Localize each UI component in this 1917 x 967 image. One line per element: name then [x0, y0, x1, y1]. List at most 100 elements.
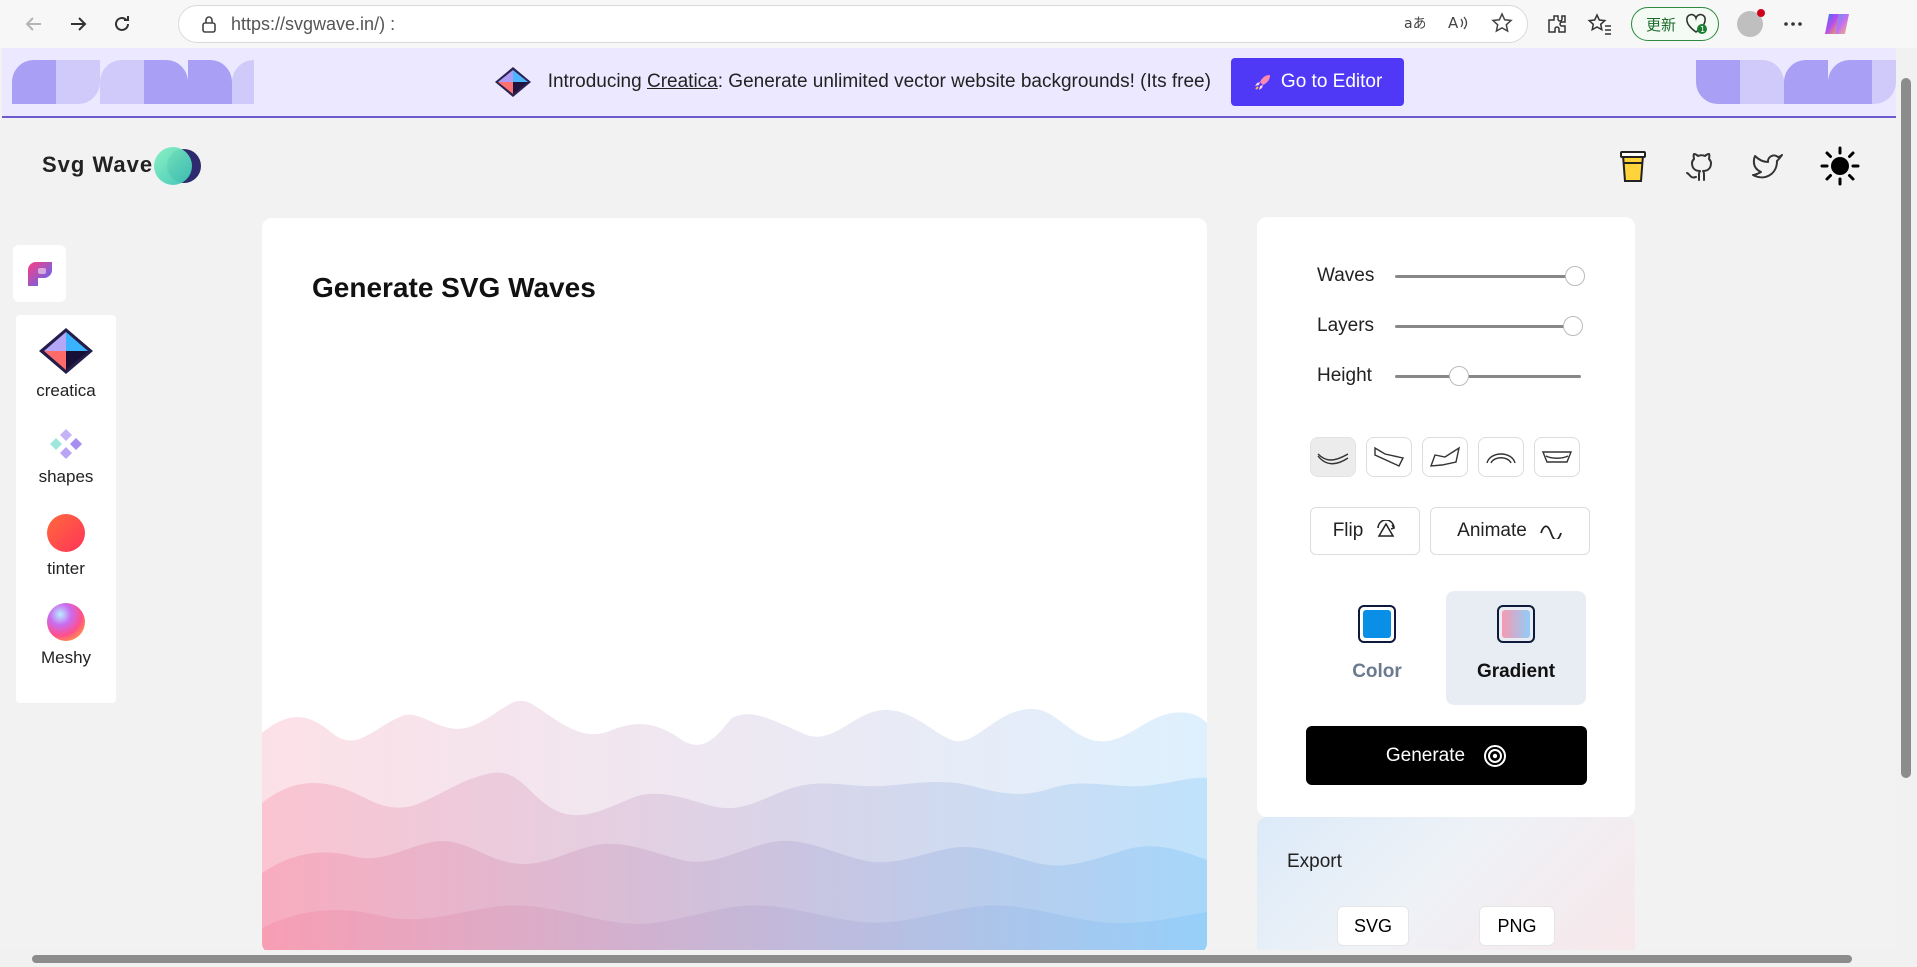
favorite-star-icon[interactable] [1491, 12, 1513, 34]
refresh-button[interactable] [100, 4, 144, 44]
vertical-scroll-thumb[interactable] [1901, 78, 1911, 778]
promo-banner: Introducing Creatica: Generate unlimited… [2, 48, 1896, 118]
arch-wave-icon [1486, 453, 1516, 464]
animate-button[interactable]: Animate [1430, 507, 1590, 555]
animate-label: Animate [1457, 520, 1527, 541]
export-png-label: PNG [1497, 915, 1537, 936]
step-wave-icon [1374, 446, 1405, 467]
waves-slider-row: Waves [1317, 265, 1585, 287]
flip-label: Flip [1332, 520, 1364, 541]
profile-avatar[interactable] [1737, 9, 1766, 37]
more-icon[interactable] [1781, 12, 1805, 36]
height-slider-thumb[interactable] [1449, 365, 1469, 386]
brand-name[interactable]: Svg Wave [42, 152, 153, 178]
waves-slider-thumb[interactable] [1565, 265, 1585, 286]
peak-wave-icon [1429, 446, 1461, 467]
creatica-logo-icon [494, 67, 531, 97]
favorites-icon[interactable] [1587, 12, 1613, 36]
svg-text:1: 1 [1700, 25, 1705, 34]
brand-logo-icon[interactable] [152, 146, 204, 186]
back-icon [25, 17, 41, 31]
rail-app-logo[interactable] [13, 245, 66, 302]
export-svg-label: SVG [1353, 915, 1392, 936]
browser-toolbar: https://svgwave.in/​​​) : aあ A 更新 1 [0, 0, 1917, 48]
export-svg-button[interactable]: SVG [1337, 906, 1409, 946]
wave-style-picker [1310, 437, 1580, 477]
creatica-cube-icon [39, 328, 93, 374]
flip-icon [1377, 520, 1396, 537]
banner-text-suffix: : Generate unlimited vector website back… [717, 71, 1211, 92]
rail-item-meshy[interactable]: Meshy [16, 602, 116, 668]
rail-item-shapes[interactable]: shapes [16, 427, 116, 487]
page-title: Generate SVG Waves [312, 272, 596, 303]
creatica-link[interactable]: Creatica [647, 71, 718, 92]
lock-icon [202, 16, 216, 33]
horizontal-scroll-thumb[interactable] [32, 955, 1852, 963]
banner-text-prefix: Introducing [547, 71, 647, 92]
refresh-icon [115, 16, 129, 31]
wave-preview-canvas: Generate SVG Waves [262, 218, 1207, 953]
waves-slider[interactable] [1395, 265, 1585, 286]
rail-item-tinter[interactable]: tinter [16, 513, 116, 579]
wave-style-smooth[interactable] [1310, 437, 1356, 477]
update-button[interactable]: 更新 1 [1631, 7, 1720, 41]
controls-panel: Waves Layers Height Flip Animate Color G… [1257, 217, 1635, 817]
wave-style-valley[interactable] [1534, 437, 1580, 477]
color-mode-option[interactable]: Color [1307, 591, 1447, 705]
twitter-icon[interactable] [1752, 152, 1784, 180]
flip-button[interactable]: Flip [1310, 507, 1420, 555]
shapes-icon [50, 429, 82, 459]
wave-style-arch[interactable] [1478, 437, 1524, 477]
update-label: 更新 [1646, 16, 1677, 34]
target-icon [1484, 744, 1507, 767]
heart-update-icon: 1 [1686, 13, 1708, 34]
export-panel: Export SVG PNG [1257, 817, 1635, 957]
app-logo-icon [27, 261, 52, 286]
rail-label-creatica: creatica [36, 381, 96, 400]
coffee-cup-icon[interactable] [1618, 149, 1648, 183]
height-slider-row: Height [1317, 365, 1581, 387]
theme-toggle-sun-icon[interactable] [1820, 146, 1860, 186]
height-slider[interactable] [1395, 365, 1581, 386]
layers-slider-row: Layers [1317, 315, 1583, 337]
svg-text:aあ: aあ [1404, 16, 1425, 32]
rail-label-tinter: tinter [47, 559, 85, 578]
gradient-mode-option[interactable]: Gradient [1446, 591, 1586, 705]
translate-icon[interactable]: aあ [1403, 13, 1425, 33]
url-text: https://svgwave.in/​​​) : [231, 13, 396, 34]
color-mode-label: Color [1352, 661, 1402, 682]
layers-slider-thumb[interactable] [1563, 315, 1583, 336]
banner-decor-left [12, 60, 254, 104]
back-button[interactable] [12, 4, 56, 44]
read-aloud-icon[interactable]: A [1447, 13, 1469, 33]
svg-text:A: A [1448, 14, 1459, 32]
generate-button[interactable]: Generate [1306, 726, 1587, 785]
github-icon[interactable] [1684, 150, 1716, 182]
layers-slider[interactable] [1395, 315, 1583, 336]
extensions-icon[interactable] [1545, 12, 1569, 36]
banner-decor-right [1696, 60, 1896, 104]
rail-label-meshy: Meshy [40, 648, 92, 667]
layers-label: Layers [1317, 315, 1375, 336]
go-to-editor-label: Go to Editor [1280, 71, 1383, 92]
address-bar[interactable]: https://svgwave.in/​​​) : aあ A [178, 5, 1528, 43]
export-png-button[interactable]: PNG [1479, 906, 1555, 946]
banner-text: Introducing Creatica: Generate unlimited… [548, 71, 1211, 93]
rail-item-creatica[interactable]: creatica [16, 327, 116, 401]
height-label: Height [1317, 365, 1372, 386]
horizontal-scrollbar[interactable] [0, 950, 1896, 967]
tools-rail: creatica shapes tinter Meshy [16, 315, 116, 703]
rocket-icon [1254, 75, 1270, 90]
copilot-icon[interactable] [1823, 10, 1851, 38]
rail-label-shapes: shapes [38, 467, 94, 486]
meshy-icon [47, 603, 85, 641]
tinter-icon [47, 514, 85, 552]
vertical-scrollbar[interactable] [1896, 48, 1917, 967]
wave-style-step[interactable] [1366, 437, 1412, 477]
solid-color-swatch[interactable] [1358, 605, 1396, 643]
wave-style-peak[interactable] [1422, 437, 1468, 477]
forward-button[interactable] [56, 4, 100, 44]
gradient-swatch[interactable] [1497, 605, 1535, 643]
wave-preview-svg [262, 700, 1207, 953]
go-to-editor-button[interactable]: Go to Editor [1230, 58, 1405, 106]
